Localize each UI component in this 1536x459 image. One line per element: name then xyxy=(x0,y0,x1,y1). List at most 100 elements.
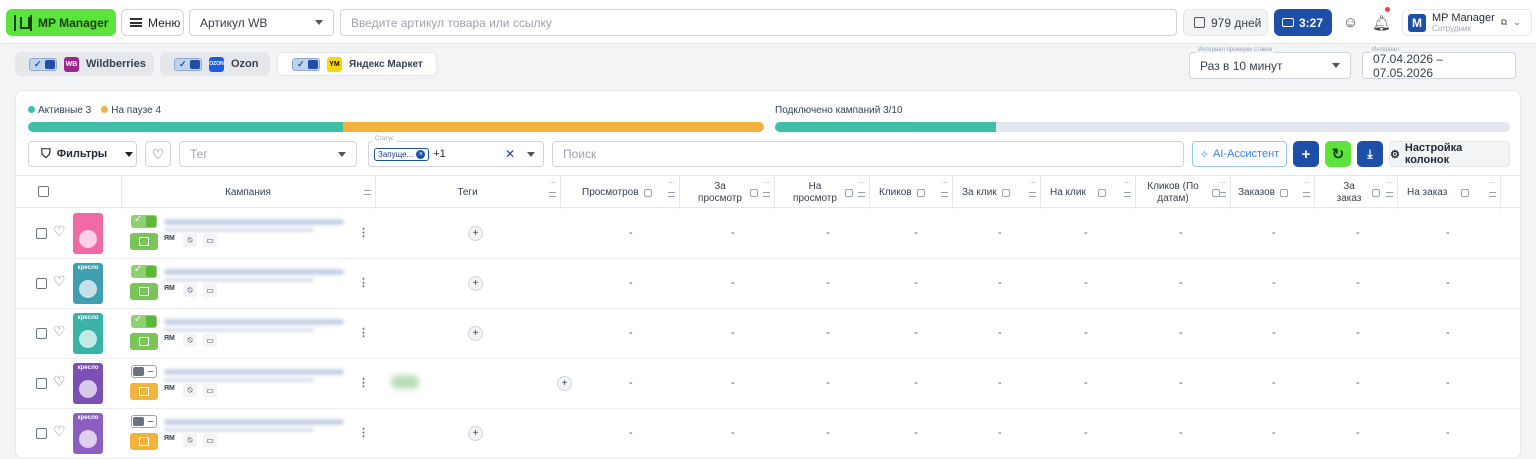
tag-chip[interactable] xyxy=(391,375,419,389)
favorites-filter-button[interactable]: ♡ xyxy=(145,141,171,167)
play-icon[interactable] xyxy=(130,283,158,300)
product-thumbnail[interactable]: крeсло xyxy=(73,263,103,304)
more-icon[interactable]: ⋮ xyxy=(358,276,369,289)
col-per-view[interactable]: За просмотр ⋯ xyxy=(679,176,774,209)
article-type-select[interactable]: Артикул WB xyxy=(189,9,334,36)
calendar-icon[interactable]: ▭ xyxy=(203,434,217,447)
col-per-click[interactable]: За клик ⋯ xyxy=(952,176,1040,209)
play-icon[interactable] xyxy=(130,233,158,250)
smile-icon[interactable]: ☺ xyxy=(1337,9,1364,36)
bid-check-interval-select[interactable]: Раз в 10 минут xyxy=(1189,52,1351,79)
tab-yandex-market[interactable]: ✓ YM Яндекс Маркет xyxy=(277,52,437,76)
campaign-name[interactable] xyxy=(164,419,344,425)
row-checkbox[interactable] xyxy=(36,428,47,439)
date-range-picker[interactable]: 07.04.2026 – 07.05.2026 xyxy=(1362,52,1516,80)
video-timer-button[interactable]: 3:27 xyxy=(1274,9,1332,36)
col-tags[interactable]: Теги ⋯ xyxy=(375,176,560,209)
add-tag-icon[interactable]: + xyxy=(468,276,483,291)
row-checkbox[interactable] xyxy=(36,228,47,239)
close-icon[interactable]: × xyxy=(416,149,426,159)
subscription-days-button[interactable]: 979 дней xyxy=(1183,9,1268,36)
heart-icon[interactable]: ♡ xyxy=(53,323,66,340)
add-tag-icon[interactable]: + xyxy=(557,376,572,391)
tag-select[interactable]: Тег xyxy=(179,141,357,167)
table-row[interactable]: ♡ ЯМ ⍉ ▭ ⋮ + - - - - - - - - - - xyxy=(16,209,1520,259)
product-thumbnail[interactable]: крeсло xyxy=(73,313,103,354)
campaign-search-input[interactable]: Поиск xyxy=(552,141,1184,167)
table-row[interactable]: ♡ крeсло ЯМ ⍉ ▭ ⋮ + - - - - - - - - - - xyxy=(16,409,1520,458)
refresh-button[interactable]: ↻ xyxy=(1325,141,1351,167)
heart-icon[interactable]: ♡ xyxy=(53,423,66,440)
add-campaign-button[interactable]: + xyxy=(1293,141,1319,167)
bid-off-icon[interactable]: ⍉ xyxy=(183,434,197,447)
calendar-icon[interactable]: ▭ xyxy=(203,384,217,397)
more-icon[interactable]: ⋮ xyxy=(358,426,369,439)
heart-icon[interactable]: ♡ xyxy=(53,273,66,290)
row-checkbox[interactable] xyxy=(36,278,47,289)
status-select[interactable]: Запуще... × +1 ✕ xyxy=(368,141,544,167)
bid-off-icon[interactable]: ⍉ xyxy=(183,234,197,247)
more-icon[interactable]: ⋮ xyxy=(358,376,369,389)
play-icon[interactable] xyxy=(130,333,158,350)
wildberries-toggle[interactable]: ✓ xyxy=(29,57,57,71)
col-views[interactable]: Просмотров ⋯ xyxy=(560,176,679,209)
calendar-icon[interactable]: ▭ xyxy=(203,334,217,347)
logo-button[interactable]: MP Manager xyxy=(6,9,116,36)
pause-icon[interactable] xyxy=(130,433,158,450)
download-button[interactable]: ⤓ xyxy=(1357,141,1383,167)
bid-off-icon[interactable]: ⍉ xyxy=(183,284,197,297)
menu-button[interactable]: Меню xyxy=(121,9,184,36)
yandex-market-toggle[interactable]: ✓ xyxy=(292,57,320,71)
col-per-click-2[interactable]: На клик ⋯ xyxy=(1040,176,1135,209)
select-all-checkbox[interactable] xyxy=(38,186,49,197)
campaign-toggle[interactable] xyxy=(131,314,157,328)
product-thumbnail[interactable]: крeсло xyxy=(73,363,103,404)
more-icon[interactable]: ⋮ xyxy=(358,226,369,239)
campaign-name[interactable] xyxy=(164,269,344,275)
product-thumbnail[interactable] xyxy=(73,213,103,254)
calendar-icon[interactable]: ▭ xyxy=(203,284,217,297)
add-tag-icon[interactable]: + xyxy=(468,226,483,241)
account-menu[interactable]: M MP Manager Сотрудник ⧉ ⌄ xyxy=(1402,9,1532,36)
table-row[interactable]: ♡ крeсло ЯМ ⍉ ▭ ⋮ + - - - - - - - - - - xyxy=(16,259,1520,309)
campaign-toggle[interactable] xyxy=(131,365,157,378)
status-chip[interactable]: Запуще... × xyxy=(374,147,430,161)
tab-ozon[interactable]: ✓ OZON Ozon xyxy=(160,52,270,76)
ai-assistant-button[interactable]: ✧ AI-Ассистент xyxy=(1192,141,1287,167)
column-settings-button[interactable]: ⚙ Настройка колонок xyxy=(1389,141,1510,167)
notifications-icon[interactable]: 🔔︎ xyxy=(1368,7,1395,36)
add-tag-icon[interactable]: + xyxy=(468,326,483,341)
product-thumbnail[interactable]: крeсло xyxy=(73,413,103,454)
col-campaign[interactable]: Кампания xyxy=(121,176,375,209)
calendar-icon[interactable]: ▭ xyxy=(203,234,217,247)
table-row[interactable]: ♡ крeсло ЯМ ⍉ ▭ ⋮ + - - - - - - - - - - xyxy=(16,309,1520,359)
more-icon[interactable]: ⋮ xyxy=(358,326,369,339)
ozon-toggle[interactable]: ✓ xyxy=(174,57,202,71)
campaign-name[interactable] xyxy=(164,369,344,375)
pause-icon[interactable] xyxy=(130,383,158,400)
col-per-order[interactable]: За заказ ⋯ xyxy=(1314,176,1397,209)
col-per-order-2[interactable]: На заказ ⋯ xyxy=(1397,176,1500,209)
row-checkbox[interactable] xyxy=(36,328,47,339)
copy-icon[interactable]: ⧉ xyxy=(1501,17,1507,28)
tab-wildberries[interactable]: ✓ WB Wildberries xyxy=(15,52,154,76)
article-search-input[interactable]: Введите артикул товара или ссылку xyxy=(340,9,1177,36)
bid-off-icon[interactable]: ⍉ xyxy=(183,384,197,397)
filters-button[interactable]: ⛉ Фильтры xyxy=(28,141,137,167)
col-orders[interactable]: Заказов ⋯ xyxy=(1230,176,1314,209)
campaign-name[interactable] xyxy=(164,319,344,325)
col-clicks-by-dates[interactable]: Кликов (По датам) ⋯ xyxy=(1135,176,1230,209)
col-clicks[interactable]: Кликов ⋯ xyxy=(869,176,952,209)
bid-off-icon[interactable]: ⍉ xyxy=(183,334,197,347)
row-checkbox[interactable] xyxy=(36,378,47,389)
table-row[interactable]: ♡ крeсло ЯМ ⍉ ▭ ⋮ + - - - - - - - - - - xyxy=(16,359,1520,409)
add-tag-icon[interactable]: + xyxy=(468,426,483,441)
heart-icon[interactable]: ♡ xyxy=(53,223,66,240)
campaign-toggle[interactable] xyxy=(131,264,157,278)
campaign-toggle[interactable] xyxy=(131,415,157,428)
chevron-down-icon[interactable]: ⌄ xyxy=(1513,17,1521,28)
heart-icon[interactable]: ♡ xyxy=(53,373,66,390)
clear-icon[interactable]: ✕ xyxy=(505,147,515,161)
campaign-name[interactable] xyxy=(164,219,344,225)
col-per-view-2[interactable]: На просмотр ⋯ xyxy=(774,176,869,209)
